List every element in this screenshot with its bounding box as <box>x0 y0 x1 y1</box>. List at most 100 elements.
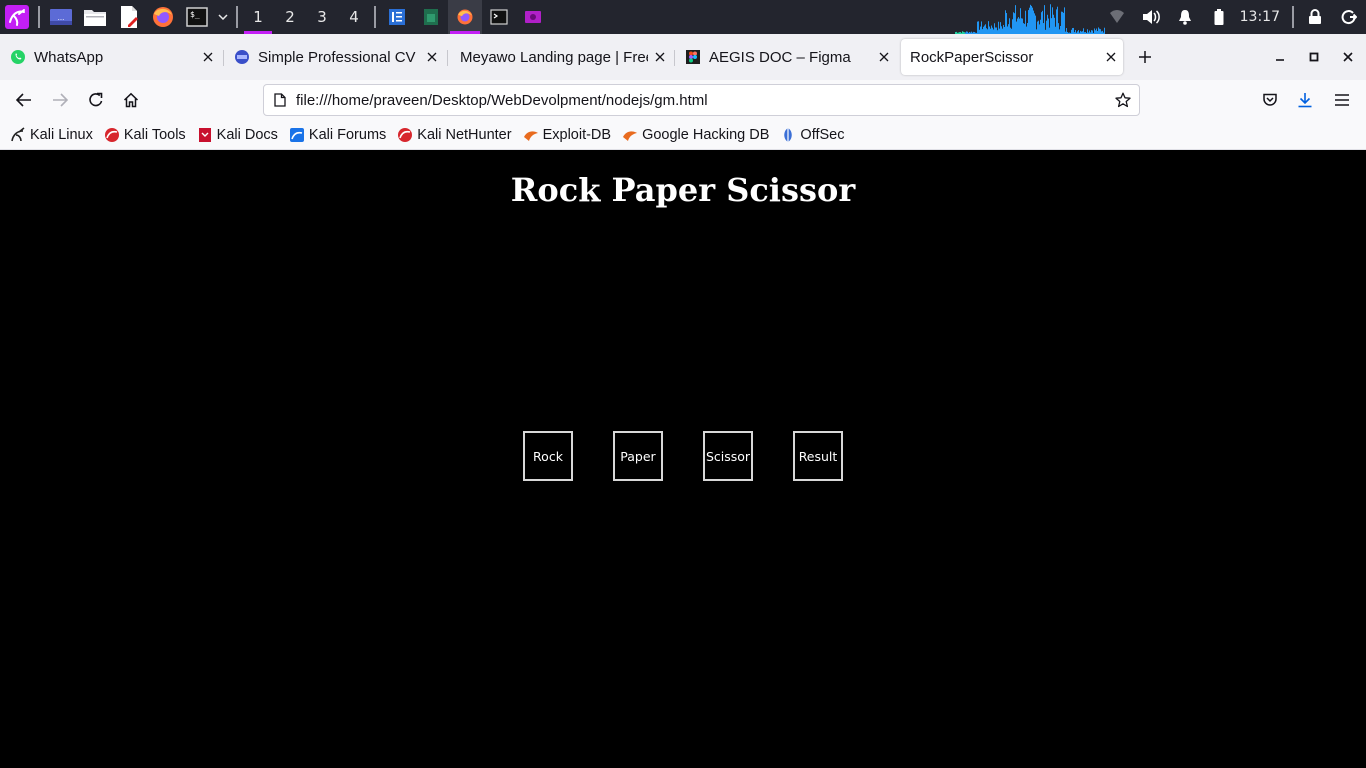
network-graph-bar <box>980 26 981 34</box>
network-graph-bar <box>1008 24 1009 34</box>
lock-screen-icon[interactable] <box>1298 0 1332 34</box>
close-tab-icon[interactable] <box>196 45 220 69</box>
network-graph-bar <box>1015 5 1016 34</box>
reload-button[interactable] <box>80 84 112 116</box>
firefox-icon[interactable] <box>146 0 180 34</box>
system-tray: 13:17 <box>1100 0 1366 34</box>
network-graph-bar <box>977 21 978 34</box>
minimize-window-button[interactable] <box>1263 39 1297 75</box>
text-editor-task-icon[interactable] <box>380 0 414 34</box>
firefox-task-icon[interactable] <box>448 0 482 34</box>
bookmark-exploit-db[interactable]: Exploit-DB <box>523 126 612 143</box>
clock[interactable]: 13:17 <box>1236 9 1288 25</box>
tab-aegis-figma[interactable]: AEGIS DOC – Figma <box>675 39 896 75</box>
scissor-button[interactable]: Scissor <box>703 431 753 481</box>
workspace-4[interactable]: 4 <box>338 0 370 34</box>
tab-cv-resume[interactable]: Simple Professional CV Re <box>224 39 444 75</box>
workspace-2[interactable]: 2 <box>274 0 306 34</box>
close-tab-icon[interactable] <box>872 45 896 69</box>
result-button[interactable]: Result <box>793 431 843 481</box>
kali-forums-icon <box>289 127 305 143</box>
url-text[interactable]: file:///home/praveen/Desktop/WebDevolpme… <box>296 92 1107 109</box>
exploit-db-icon <box>523 127 539 143</box>
bookmark-label: OffSec <box>800 126 845 143</box>
bookmark-kali-tools[interactable]: Kali Tools <box>104 127 186 143</box>
network-graph-bar <box>1012 19 1013 34</box>
close-tab-icon[interactable] <box>420 45 444 69</box>
kali-tools-icon <box>104 127 120 143</box>
file-manager-icon[interactable] <box>78 0 112 34</box>
ghdb-icon <box>622 127 638 143</box>
wifi-icon[interactable] <box>1100 0 1134 34</box>
bookmark-label: Kali Linux <box>30 126 93 143</box>
network-graph-bar <box>991 25 992 34</box>
terminal-icon[interactable]: $_ <box>180 0 214 34</box>
tab-rockpaperscissor[interactable]: RockPaperScissor <box>901 39 1123 75</box>
text-editor-icon[interactable] <box>112 0 146 34</box>
volume-icon[interactable] <box>1134 0 1168 34</box>
bookmark-label: Exploit-DB <box>542 126 612 143</box>
kali-menu-icon[interactable] <box>0 0 34 34</box>
page-info-icon[interactable] <box>264 85 296 115</box>
network-graph-bar <box>1018 17 1019 34</box>
bookmark-kali-nethunter[interactable]: Kali NetHunter <box>397 127 512 143</box>
downloads-button[interactable] <box>1289 84 1321 116</box>
maximize-window-button[interactable] <box>1297 39 1331 75</box>
logout-icon[interactable] <box>1332 0 1366 34</box>
network-graph-bar <box>1058 23 1059 34</box>
bookmark-label: Kali Tools <box>123 126 186 143</box>
svg-text:...: ... <box>58 14 65 22</box>
new-tab-button[interactable] <box>1128 39 1162 75</box>
network-graph-bar <box>989 26 990 34</box>
workspace-3[interactable]: 3 <box>306 0 338 34</box>
bookmark-star-icon[interactable] <box>1107 85 1139 115</box>
bookmark-kali-linux[interactable]: Kali Linux <box>10 127 93 143</box>
battery-icon[interactable] <box>1202 0 1236 34</box>
network-graph-bar <box>988 21 989 34</box>
tab-strip: WhatsApp Simple Professional CV Re Meyaw… <box>0 34 1366 80</box>
bookmark-offsec[interactable]: OffSec <box>780 127 844 143</box>
show-desktop-icon[interactable]: ... <box>44 0 78 34</box>
bookmarks-toolbar: Kali Linux Kali Tools Kali Docs Kali For… <box>0 120 1366 150</box>
rock-button[interactable]: Rock <box>523 431 573 481</box>
close-window-button[interactable] <box>1331 39 1365 75</box>
notifications-bell-icon[interactable] <box>1168 0 1202 34</box>
app-menu-button[interactable] <box>1326 84 1358 116</box>
close-tab-icon[interactable] <box>1099 45 1123 69</box>
network-graph-bar <box>1004 26 1005 34</box>
network-graph-bar <box>1060 25 1061 34</box>
forward-button[interactable] <box>44 84 76 116</box>
workspace-label: 2 <box>285 8 295 26</box>
network-graph-bar <box>1043 23 1044 34</box>
pocket-button[interactable] <box>1254 84 1286 116</box>
panel-separator <box>374 6 376 28</box>
tab-title: RockPaperScissor <box>910 48 1034 66</box>
terminal-task-icon[interactable] <box>482 0 516 34</box>
close-tab-icon[interactable] <box>648 45 672 69</box>
bookmark-google-hacking-db[interactable]: Google Hacking DB <box>622 127 769 143</box>
workspace-label: 1 <box>253 8 263 26</box>
bookmark-kali-docs[interactable]: Kali Docs <box>197 127 278 143</box>
url-bar[interactable]: file:///home/praveen/Desktop/WebDevolpme… <box>263 84 1140 116</box>
workspace-label: 3 <box>317 8 327 26</box>
network-graph-bar <box>1052 7 1053 34</box>
network-graph-bar <box>1061 11 1062 34</box>
network-graph-bar <box>1062 11 1063 34</box>
network-graph-bar <box>1003 24 1004 34</box>
nethunter-icon <box>397 127 413 143</box>
screenshot-task-icon[interactable] <box>516 0 550 34</box>
network-graph-bar <box>1030 4 1031 34</box>
chevron-down-icon[interactable] <box>214 0 232 34</box>
tab-whatsapp[interactable]: WhatsApp <box>0 39 220 75</box>
svg-text:$_: $_ <box>190 10 200 19</box>
tab-meyawo[interactable]: Meyawo Landing page | Free <box>450 39 672 75</box>
home-button[interactable] <box>115 84 147 116</box>
document-task-icon[interactable] <box>414 0 448 34</box>
network-graph-bar <box>1016 21 1017 34</box>
paper-button[interactable]: Paper <box>613 431 663 481</box>
bookmark-kali-forums[interactable]: Kali Forums <box>289 127 386 143</box>
network-graph-bar <box>1050 4 1051 34</box>
network-graph-bar <box>1041 12 1042 34</box>
back-button[interactable] <box>8 84 40 116</box>
workspace-1[interactable]: 1 <box>242 0 274 34</box>
